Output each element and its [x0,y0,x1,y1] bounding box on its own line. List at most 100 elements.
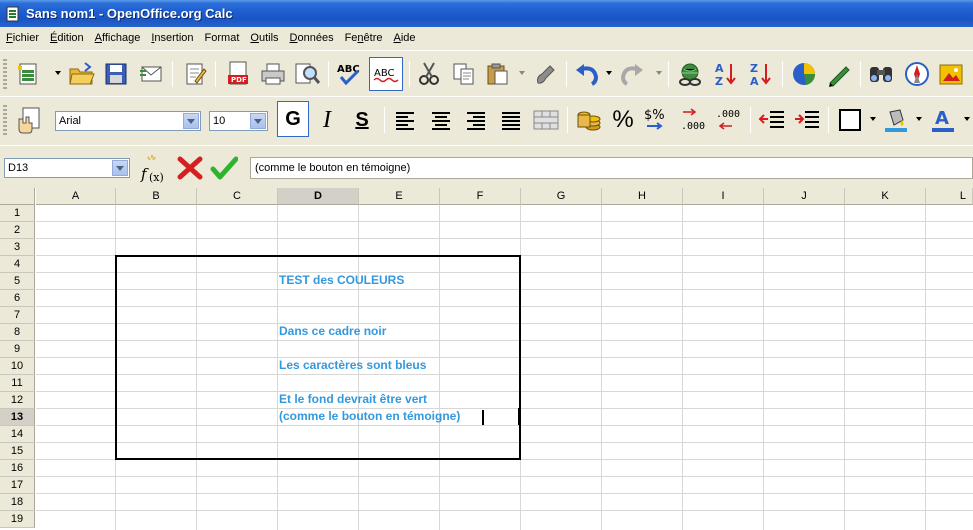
column-header-b[interactable]: B [116,188,197,205]
select-all-corner[interactable] [0,188,35,205]
cut-icon[interactable] [414,59,444,89]
function-wizard-icon[interactable]: f (x) [140,153,170,184]
hyperlink-icon[interactable] [675,59,705,89]
bold-button[interactable]: G [277,101,309,137]
edit-file-icon[interactable] [180,59,210,89]
spellcheck-icon[interactable]: ABC [334,59,364,89]
background-color-icon[interactable] [881,105,911,135]
menu-edition[interactable]: Édition [46,32,88,44]
cell-d5[interactable]: TEST des COULEURS [279,272,404,289]
new-dropdown-icon[interactable] [55,71,61,75]
chart-icon[interactable] [789,59,819,89]
redo-icon[interactable] [617,59,647,89]
gallery-icon[interactable] [936,59,966,89]
column-header-c[interactable]: C [197,188,278,205]
accept-icon[interactable] [210,154,239,182]
row-header-5[interactable]: 5 [0,273,35,290]
new-document-icon[interactable] [14,59,44,89]
font-color-dropdown-icon[interactable] [964,117,970,121]
row-header-15[interactable]: 15 [0,443,35,460]
column-header-k[interactable]: K [845,188,926,205]
borders-icon[interactable] [835,105,865,135]
align-center-icon[interactable] [426,105,456,135]
open-folder-icon[interactable] [66,59,96,89]
paste-icon[interactable] [483,59,513,89]
chevron-down-icon[interactable] [183,113,199,129]
font-color-icon[interactable]: A [928,105,958,135]
row-header-9[interactable]: 9 [0,341,35,358]
undo-dropdown-icon[interactable] [606,71,612,75]
row-header-6[interactable]: 6 [0,290,35,307]
decrease-indent-icon[interactable] [757,105,787,135]
navigator-icon[interactable] [902,59,932,89]
row-header-8[interactable]: 8 [0,324,35,341]
shadow-button[interactable]: S [347,105,377,135]
remove-decimal-icon[interactable]: .000 [714,105,744,135]
menu-donnees[interactable]: Données [286,32,338,44]
row-header-18[interactable]: 18 [0,494,35,511]
column-header-a[interactable]: A [36,188,116,205]
undo-icon[interactable] [572,59,602,89]
standard-format-icon[interactable]: $% [643,105,673,135]
percent-format-icon[interactable]: % [608,105,638,135]
calc-app-icon[interactable] [5,6,21,22]
toolbar-handle[interactable] [3,105,7,135]
currency-format-icon[interactable] [574,105,604,135]
row-header-10[interactable]: 10 [0,358,35,375]
row-header-7[interactable]: 7 [0,307,35,324]
paste-dropdown-icon[interactable] [519,71,525,75]
toolbar-handle[interactable] [3,59,7,89]
spreadsheet-grid[interactable]: A B C D E F G H I J K L 1 2 3 4 5 6 7 8 … [0,188,973,530]
print-icon[interactable] [258,59,288,89]
font-size-combo[interactable]: 10 [209,111,268,131]
save-icon[interactable] [101,59,131,89]
row-header-13[interactable]: 13 [0,409,35,426]
italic-button[interactable]: I [312,105,342,135]
print-preview-icon[interactable] [292,59,322,89]
font-name-combo[interactable]: Arial [55,111,201,131]
styles-formatting-icon[interactable] [14,105,44,135]
autospellcheck-icon[interactable]: ABC [369,57,403,91]
row-header-12[interactable]: 12 [0,392,35,409]
column-header-e[interactable]: E [359,188,440,205]
row-header-19[interactable]: 19 [0,511,35,528]
add-decimal-icon[interactable]: .000 [679,105,709,135]
column-header-h[interactable]: H [602,188,683,205]
row-header-14[interactable]: 14 [0,426,35,443]
email-document-icon[interactable] [136,59,166,89]
cancel-icon[interactable] [176,154,204,182]
row-header-17[interactable]: 17 [0,477,35,494]
column-header-d[interactable]: D [278,188,359,205]
column-header-l[interactable]: L [926,188,973,205]
chevron-down-icon[interactable] [112,160,128,176]
borders-dropdown-icon[interactable] [870,117,876,121]
redo-dropdown-icon[interactable] [656,71,662,75]
name-box[interactable]: D13 [4,158,130,178]
menu-outils[interactable]: Outils [246,32,282,44]
format-paintbrush-icon[interactable] [530,59,560,89]
align-right-icon[interactable] [461,105,491,135]
sort-ascending-icon[interactable]: AZ [711,59,741,89]
row-header-2[interactable]: 2 [0,222,35,239]
merge-cells-icon[interactable] [531,105,561,135]
draw-functions-icon[interactable] [824,59,854,89]
menu-insertion[interactable]: Insertion [147,32,197,44]
justify-icon[interactable] [496,105,526,135]
cell-d10[interactable]: Les caractères sont bleus [279,357,426,374]
align-left-icon[interactable] [390,105,420,135]
menu-aide[interactable]: Aide [390,32,420,44]
menu-fenetre[interactable]: Fenêtre [341,32,387,44]
copy-icon[interactable] [449,59,479,89]
row-header-16[interactable]: 16 [0,460,35,477]
cell-d12[interactable]: Et le fond devrait être vert [279,391,427,408]
column-header-g[interactable]: G [521,188,602,205]
cell-d8[interactable]: Dans ce cadre noir [279,323,386,340]
menu-affichage[interactable]: Affichage [91,32,145,44]
menu-fichier[interactable]: Fichier [2,32,43,44]
export-pdf-icon[interactable]: PDF [223,59,253,89]
row-header-1[interactable]: 1 [0,205,35,222]
formula-input[interactable]: (comme le bouton en témoigne) [250,157,973,179]
row-header-4[interactable]: 4 [0,256,35,273]
sort-descending-icon[interactable]: ZA [746,59,776,89]
find-replace-icon[interactable] [866,59,896,89]
